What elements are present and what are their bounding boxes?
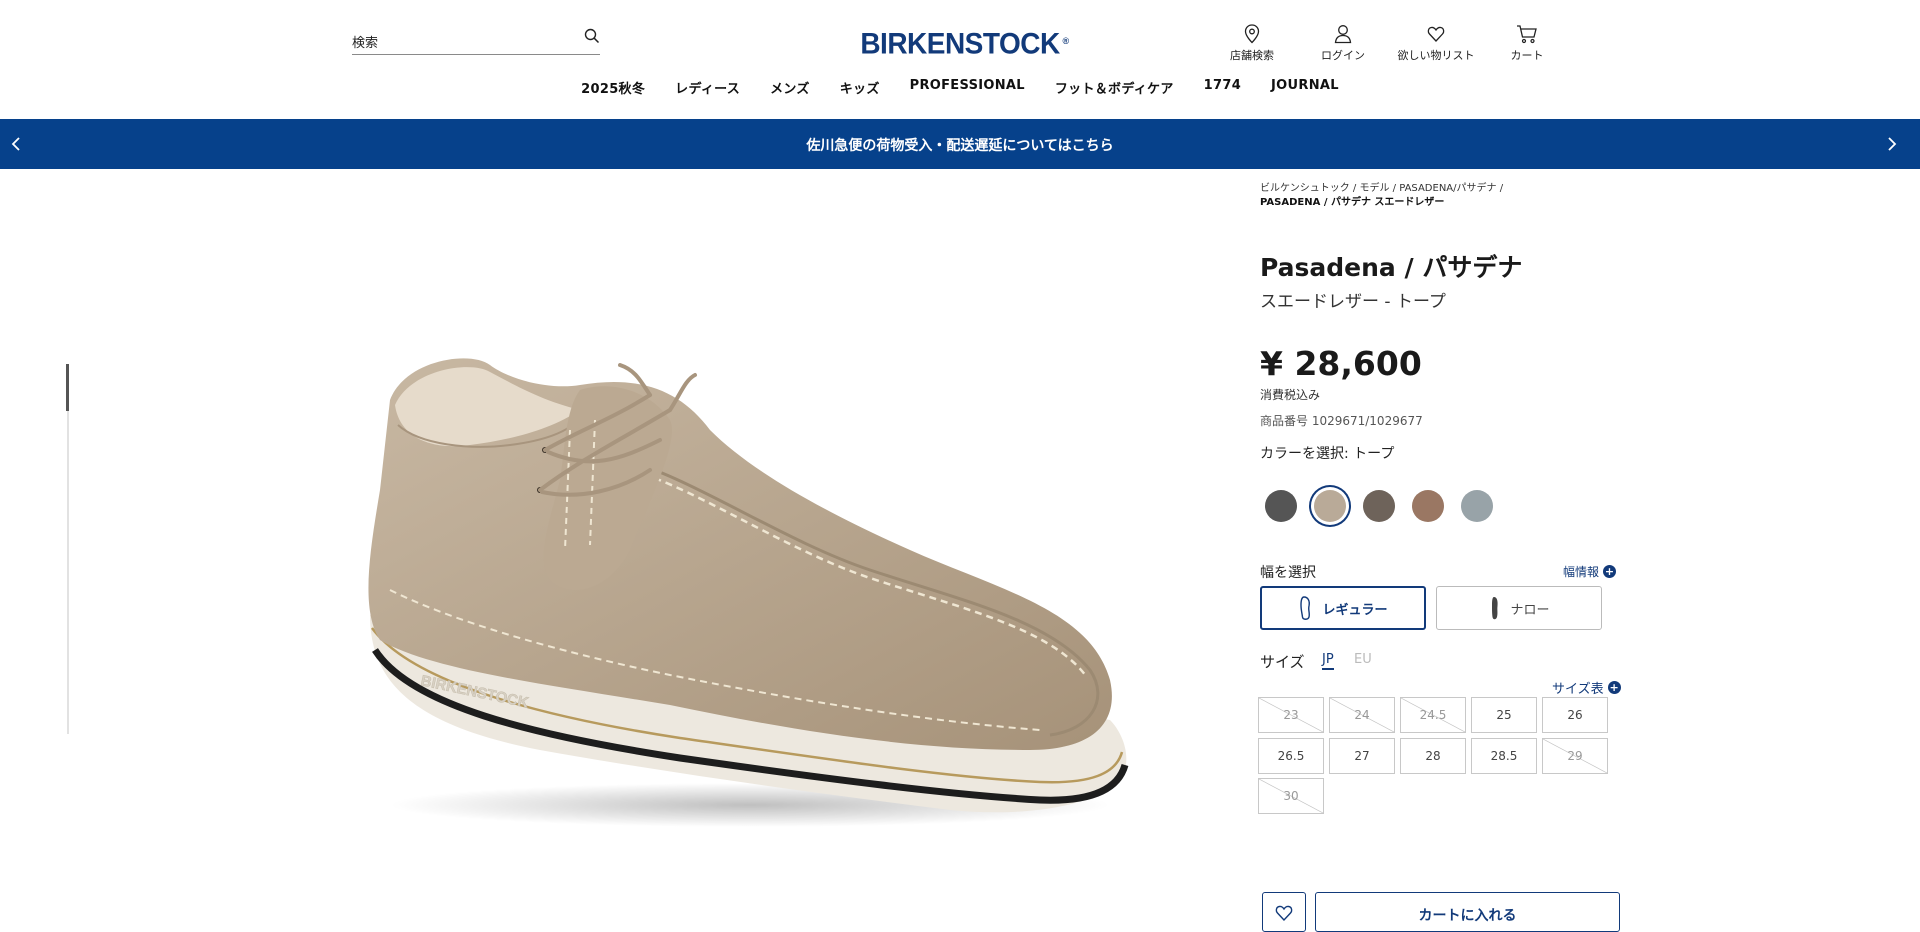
store-locator-pin-icon [1244, 24, 1260, 44]
size-option-label: 30 [1283, 789, 1299, 803]
size-chart-link[interactable]: サイズ表 + [1552, 678, 1621, 697]
nav-item-mens[interactable]: メンズ [770, 78, 810, 97]
product-image: BIRKENSTOCK [368, 358, 1129, 827]
size-option[interactable]: 29 [1542, 738, 1608, 774]
size-option[interactable]: 26.5 [1258, 738, 1324, 774]
breadcrumb-item-pasadena[interactable]: PASADENA/パサデナ [1399, 183, 1496, 194]
size-option[interactable]: 30 [1258, 778, 1324, 814]
size-option-label: 24 [1354, 708, 1370, 722]
size-option[interactable]: 24 [1329, 697, 1395, 733]
product-price: ¥ 28,600 [1260, 344, 1422, 383]
gallery-scroll-thumb[interactable] [66, 364, 69, 411]
breadcrumb-separator: / [1499, 183, 1504, 194]
width-label: 幅を選択 [1260, 565, 1316, 581]
breadcrumb-current: PASADENA / パサデナ スエードレザー [1260, 197, 1445, 208]
size-option[interactable]: 27 [1329, 738, 1395, 774]
nav-item-kids[interactable]: キッズ [840, 78, 880, 97]
nav-item-2025aw[interactable]: 2025秋冬 [581, 78, 645, 97]
color-swatch-dark-gray[interactable] [1265, 490, 1297, 522]
size-option[interactable]: 28.5 [1471, 738, 1537, 774]
size-option-label: 24.5 [1419, 708, 1447, 722]
size-chart-label: サイズ表 [1552, 682, 1604, 697]
size-option-label: 27 [1354, 749, 1370, 763]
wishlist-link[interactable]: 欲しい物リスト [1396, 24, 1476, 63]
size-option[interactable]: 25 [1471, 697, 1537, 733]
width-option-regular-label: レギュラー [1322, 602, 1388, 618]
gallery-scroll-track[interactable] [67, 364, 69, 734]
wide-foot-icon [1300, 596, 1311, 620]
size-system-jp-tab[interactable]: JP [1322, 652, 1334, 670]
size-system-eu-tab[interactable]: EU [1354, 652, 1372, 667]
plus-icon: + [1607, 681, 1621, 694]
main-navigation: 2025秋冬 レディース メンズ キッズ PROFESSIONAL フット＆ボデ… [0, 78, 1920, 97]
add-to-cart-button[interactable]: カートに入れる [1315, 892, 1620, 932]
product-title: Pasadena / パサデナ [1260, 253, 1523, 282]
width-info-label: 幅情報 [1563, 565, 1600, 579]
width-option-regular[interactable]: レギュラー [1260, 586, 1426, 630]
nav-item-journal[interactable]: JOURNAL [1271, 78, 1339, 97]
login-link[interactable]: ログイン [1303, 24, 1383, 63]
add-to-wishlist-button[interactable] [1262, 892, 1306, 932]
width-option-narrow[interactable]: ナロー [1436, 586, 1602, 630]
brand-logo[interactable]: BIRKENSTOCK ® [0, 27, 1920, 61]
user-icon [1334, 25, 1352, 44]
size-label: サイズ [1260, 653, 1305, 671]
size-option-label: 28.5 [1490, 749, 1518, 763]
heart-icon [1275, 905, 1293, 922]
width-info-link[interactable]: 幅情報 + [1563, 563, 1617, 580]
banner-next-arrow-icon[interactable] [1880, 133, 1902, 155]
color-swatch-brown[interactable] [1412, 490, 1444, 522]
breadcrumb: ビルケンシュトック / モデル / PASADENA/パサデナ / PASADE… [1260, 182, 1620, 210]
color-swatch-blue-gray[interactable] [1461, 490, 1493, 522]
plus-icon: + [1603, 565, 1617, 578]
size-option-label: 26.5 [1277, 749, 1305, 763]
cart-label: カート [1510, 49, 1544, 62]
narrow-foot-icon [1492, 597, 1499, 620]
tax-note: 消費税込み [1260, 388, 1321, 402]
cart-link[interactable]: カート [1487, 24, 1567, 63]
size-option[interactable]: 23 [1258, 697, 1324, 733]
store-locator-label: 店舗検索 [1230, 49, 1274, 62]
size-option[interactable]: 26 [1542, 697, 1608, 733]
cart-icon [1517, 25, 1537, 44]
product-subtitle: スエードレザー - トープ [1260, 292, 1446, 312]
size-option[interactable]: 24.5 [1400, 697, 1466, 733]
nav-item-professional[interactable]: PROFESSIONAL [910, 78, 1025, 97]
nav-item-1774[interactable]: 1774 [1204, 78, 1241, 97]
announcement-banner: 佐川急便の荷物受入・配送遅延についてはこちら [0, 119, 1920, 169]
color-swatch-mocha[interactable] [1363, 490, 1395, 522]
size-option-label: 29 [1567, 749, 1583, 763]
login-label: ログイン [1321, 49, 1365, 62]
heart-icon [1427, 26, 1445, 42]
breadcrumb-item-brand[interactable]: ビルケンシュトック [1260, 183, 1350, 194]
breadcrumb-item-model[interactable]: モデル [1359, 183, 1389, 194]
banner-link[interactable]: 佐川急便の荷物受入・配送遅延についてはこちら [0, 135, 1920, 155]
product-sku: 商品番号 1029671/1029677 [1260, 414, 1423, 428]
store-locator-link[interactable]: 店舗検索 [1212, 24, 1292, 63]
color-label: カラーを選択: トープ [1260, 446, 1395, 462]
nav-item-ladies[interactable]: レディース [675, 78, 740, 97]
size-option-label: 23 [1283, 708, 1299, 722]
size-option[interactable]: 28 [1400, 738, 1466, 774]
color-swatch-taupe[interactable] [1314, 490, 1346, 522]
wishlist-label: 欲しい物リスト [1397, 49, 1475, 62]
size-option-label: 26 [1567, 708, 1583, 722]
nav-item-foot-body-care[interactable]: フット＆ボディケア [1055, 78, 1174, 97]
size-option-label: 25 [1496, 708, 1512, 722]
width-option-narrow-label: ナロー [1510, 602, 1550, 618]
size-option-label: 28 [1425, 749, 1441, 763]
